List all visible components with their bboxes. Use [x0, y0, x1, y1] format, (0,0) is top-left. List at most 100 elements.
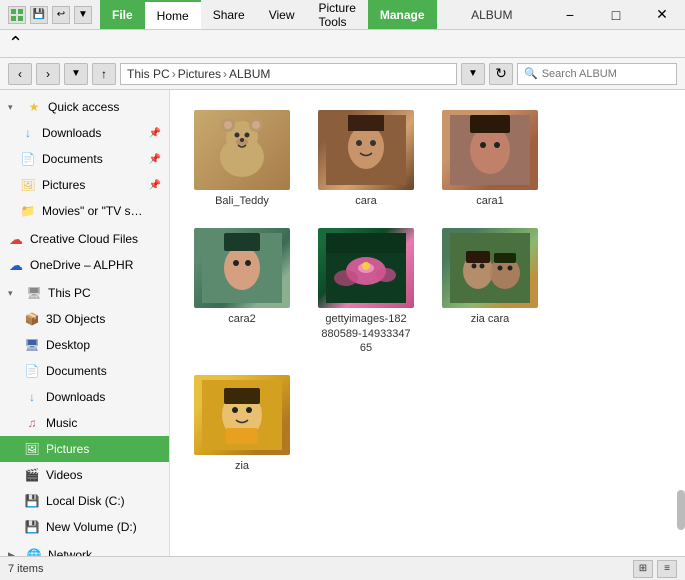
sidebar-label: Music — [46, 416, 161, 430]
file-thumbnail — [318, 228, 414, 308]
undo-button[interactable]: ↩ — [52, 6, 70, 24]
sidebar-item-3d-objects[interactable]: 📦 3D Objects — [0, 306, 169, 332]
sidebar-item-new-volume[interactable]: 💾 New Volume (D:) — [0, 514, 169, 540]
file-item-cara[interactable]: cara — [306, 102, 426, 216]
large-icon-view-button[interactable]: ⊞ — [633, 560, 653, 578]
sidebar-item-local-disk[interactable]: 💾 Local Disk (C:) — [0, 488, 169, 514]
minimize-button[interactable]: − — [547, 0, 593, 30]
forward-button[interactable]: › — [36, 63, 60, 85]
sidebar-quick-access-header[interactable]: ▾ ★ Quick access — [0, 94, 169, 120]
path-pictures[interactable]: Pictures — [178, 67, 221, 81]
address-expand-button[interactable]: ▼ — [461, 63, 485, 85]
recent-locations-button[interactable]: ▼ — [64, 63, 88, 85]
sidebar-label: Documents — [42, 152, 143, 166]
file-thumbnail — [194, 375, 290, 455]
sidebar-item-thispc[interactable]: ▾ 🖥 This PC — [0, 280, 169, 306]
sidebar-label: 3D Objects — [46, 312, 161, 326]
sidebar-item-pictures-quick[interactable]: 🖼 Pictures 📌 — [0, 172, 169, 198]
maximize-button[interactable]: □ — [593, 0, 639, 30]
ribbon-collapse[interactable]: ⌃ — [8, 33, 23, 54]
movies-icon: 📁 — [20, 203, 36, 219]
file-item-gettyimages[interactable]: gettyimages-182 880589-14933347 65 — [306, 220, 426, 363]
refresh-button[interactable]: ↻ — [489, 63, 513, 85]
desktop-icon: 🖥 — [24, 337, 40, 353]
file-name: cara2 — [228, 312, 256, 326]
file-item-zia-cara[interactable]: zia cara — [430, 220, 550, 363]
videos-icon: 🎬 — [24, 467, 40, 483]
tab-home[interactable]: Home — [145, 0, 201, 29]
file-name: zia cara — [471, 312, 510, 326]
sidebar-label: New Volume (D:) — [46, 520, 161, 534]
tab-manage[interactable]: Manage — [368, 0, 437, 29]
quick-access-toolbar[interactable] — [8, 6, 26, 24]
sidebar-item-pictures-pc[interactable]: 🖼 Pictures — [0, 436, 169, 462]
sidebar: ▾ ★ Quick access ↓ Downloads 📌 📄 Documen… — [0, 90, 170, 556]
window-title: ALBUM — [437, 8, 547, 22]
path-thispc[interactable]: This PC — [127, 67, 170, 81]
ribbon-nav-group: ⌃ — [8, 33, 23, 54]
pc-icon: 🖥 — [26, 285, 42, 301]
sidebar-item-videos[interactable]: 🎬 Videos — [0, 462, 169, 488]
expand-icon: ▾ — [8, 288, 20, 299]
tab-view[interactable]: View — [257, 0, 307, 29]
sidebar-label: Desktop — [46, 338, 161, 352]
3d-icon: 📦 — [24, 311, 40, 327]
up-button[interactable]: ↑ — [92, 63, 116, 85]
file-item-zia[interactable]: zia — [182, 367, 302, 481]
music-icon: ♫ — [24, 415, 40, 431]
tab-share[interactable]: Share — [201, 0, 257, 29]
sidebar-item-documents-pc[interactable]: 📄 Documents — [0, 358, 169, 384]
expand-icon: ▶ — [8, 550, 20, 557]
documents-icon: 📄 — [24, 363, 40, 379]
quick-access-label: Quick access — [48, 100, 161, 114]
file-item-bali-teddy[interactable]: Bali_Teddy — [182, 102, 302, 216]
sidebar-label: Pictures — [46, 442, 161, 456]
file-name: gettyimages-182 880589-14933347 65 — [314, 312, 418, 355]
sidebar-label: Network — [48, 548, 161, 556]
sidebar-item-onedrive[interactable]: ☁ OneDrive – ALPHR — [0, 252, 169, 278]
window-controls: − □ ✕ — [547, 0, 685, 30]
address-bar: ‹ › ▼ ↑ This PC › Pictures › ALBUM ▼ ↻ 🔍 — [0, 58, 685, 90]
sidebar-item-desktop[interactable]: 🖥 Desktop — [0, 332, 169, 358]
search-box[interactable]: 🔍 — [517, 63, 677, 85]
sidebar-item-movies-quick[interactable]: 📁 Movies" or "TV s… — [0, 198, 169, 224]
file-thumbnail — [194, 110, 290, 190]
title-bar: 💾 ↩ ▼ File Home Share View Picture Tools… — [0, 0, 685, 30]
main-layout: ▾ ★ Quick access ↓ Downloads 📌 📄 Documen… — [0, 90, 685, 556]
tab-picture-tools[interactable]: Picture Tools — [307, 0, 368, 29]
file-thumbnail — [318, 110, 414, 190]
sidebar-item-music[interactable]: ♫ Music — [0, 410, 169, 436]
back-button[interactable]: ‹ — [8, 63, 32, 85]
sidebar-label: Movies" or "TV s… — [42, 204, 161, 218]
save-button[interactable]: 💾 — [30, 6, 48, 24]
downloads-icon: ↓ — [24, 389, 40, 405]
file-item-cara1[interactable]: cara1 — [430, 102, 550, 216]
path-album[interactable]: ALBUM — [229, 67, 270, 81]
tab-file[interactable]: File — [100, 0, 145, 29]
file-thumbnail — [442, 228, 538, 308]
sidebar-label: Local Disk (C:) — [46, 494, 161, 508]
file-name: cara1 — [476, 194, 504, 208]
file-grid: Bali_Teddy cara cara1 cara2 — [182, 102, 673, 481]
pin-icon: 📌 — [149, 180, 161, 191]
sidebar-label: Videos — [46, 468, 161, 482]
customize-qat[interactable]: ▼ — [74, 6, 92, 24]
sidebar-item-network[interactable]: ▶ 🌐 Network — [0, 542, 169, 556]
file-item-cara2[interactable]: cara2 — [182, 220, 302, 363]
search-input[interactable] — [542, 68, 662, 80]
details-view-button[interactable]: ≡ — [657, 560, 677, 578]
file-name: cara — [355, 194, 376, 208]
sidebar-item-downloads-quick[interactable]: ↓ Downloads 📌 — [0, 120, 169, 146]
documents-icon: 📄 — [20, 151, 36, 167]
sidebar-label: Pictures — [42, 178, 143, 192]
sidebar-item-downloads-pc[interactable]: ↓ Downloads — [0, 384, 169, 410]
pictures-icon: 🖼 — [24, 441, 40, 457]
network-icon: 🌐 — [26, 547, 42, 556]
sidebar-label: Creative Cloud Files — [30, 232, 161, 246]
ribbon: ⌃ — [0, 30, 685, 58]
sidebar-item-creative-cloud[interactable]: ☁ Creative Cloud Files — [0, 226, 169, 252]
expand-icon: ▾ — [8, 102, 20, 113]
sidebar-item-documents-quick[interactable]: 📄 Documents 📌 — [0, 146, 169, 172]
close-button[interactable]: ✕ — [639, 0, 685, 30]
address-path[interactable]: This PC › Pictures › ALBUM — [120, 63, 457, 85]
